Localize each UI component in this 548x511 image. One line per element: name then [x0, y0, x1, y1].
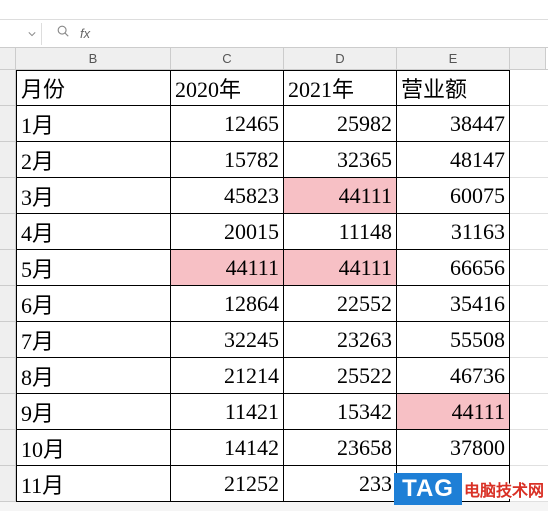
cell-revenue[interactable]: 38447	[397, 106, 510, 142]
spreadsheet-grid[interactable]: B C D E 月份 2020年 2021年 营业额 1月12465259823…	[0, 48, 548, 502]
cell-2021[interactable]: 23263	[284, 322, 397, 358]
cell-2020[interactable]: 14142	[171, 430, 284, 466]
formula-bar: fx	[0, 20, 548, 48]
row-header[interactable]	[0, 70, 16, 106]
cell-2021[interactable]: 23658	[284, 430, 397, 466]
table-row: 3月458234411160075	[0, 178, 548, 214]
name-box-dropdown[interactable]	[4, 23, 42, 45]
column-headers-row: B C D E	[0, 48, 548, 70]
cell-month[interactable]: 8月	[16, 358, 171, 394]
cell-revenue[interactable]: 31163	[397, 214, 510, 250]
table-row: 5月441114411166656	[0, 250, 548, 286]
row-header[interactable]	[0, 286, 16, 322]
cell-2020[interactable]: 32245	[171, 322, 284, 358]
cell-2020[interactable]: 12465	[171, 106, 284, 142]
cell-2021[interactable]: 32365	[284, 142, 397, 178]
cell-2021[interactable]: 25522	[284, 358, 397, 394]
table-row: 4月200151114831163	[0, 214, 548, 250]
table-row: 9月114211534244111	[0, 394, 548, 430]
cell-2020[interactable]: 15782	[171, 142, 284, 178]
cell-2020[interactable]: 21214	[171, 358, 284, 394]
row-header[interactable]	[0, 214, 16, 250]
row-header[interactable]	[0, 322, 16, 358]
cell-2021[interactable]: 44111	[284, 178, 397, 214]
cell-revenue[interactable]: 60075	[397, 178, 510, 214]
col-header-e[interactable]: E	[397, 48, 510, 69]
grid-body: 月份 2020年 2021年 营业额 1月1246525982384472月15…	[0, 70, 548, 502]
table-header-row: 月份 2020年 2021年 营业额	[0, 70, 548, 106]
cell-revenue[interactable]: 55508	[397, 322, 510, 358]
cell-month[interactable]: 1月	[16, 106, 171, 142]
table-row: 7月322452326355508	[0, 322, 548, 358]
cell-month[interactable]: 3月	[16, 178, 171, 214]
col-header-c[interactable]: C	[171, 48, 284, 69]
row-header[interactable]	[0, 358, 16, 394]
cell-month[interactable]: 6月	[16, 286, 171, 322]
col-header-b[interactable]: B	[16, 48, 171, 69]
cell-month[interactable]: 9月	[16, 394, 171, 430]
toolbar-top	[0, 0, 548, 20]
empty-cell[interactable]	[510, 286, 548, 322]
row-header[interactable]	[0, 142, 16, 178]
row-header[interactable]	[0, 250, 16, 286]
cell-revenue[interactable]: 66656	[397, 250, 510, 286]
empty-cell[interactable]	[510, 322, 548, 358]
cell-2020[interactable]: 44111	[171, 250, 284, 286]
empty-cell[interactable]	[510, 142, 548, 178]
cell-2021[interactable]: 15342	[284, 394, 397, 430]
cell-revenue[interactable]: 48147	[397, 142, 510, 178]
cell-2020[interactable]: 45823	[171, 178, 284, 214]
empty-cell[interactable]	[510, 178, 548, 214]
col-header-d[interactable]: D	[284, 48, 397, 69]
cell-2021[interactable]: 25982	[284, 106, 397, 142]
table-row: 6月128642255235416	[0, 286, 548, 322]
empty-cell[interactable]	[510, 106, 548, 142]
empty-cell[interactable]	[510, 394, 548, 430]
cell-month[interactable]: 2月	[16, 142, 171, 178]
row-header[interactable]	[0, 430, 16, 466]
empty-cell[interactable]	[510, 70, 548, 106]
cell-month[interactable]: 10月	[16, 430, 171, 466]
table-row: 10月141422365837800	[0, 430, 548, 466]
cell-2021[interactable]: 11148	[284, 214, 397, 250]
empty-cell[interactable]	[510, 214, 548, 250]
cell-2020[interactable]: 11421	[171, 394, 284, 430]
cell-2020[interactable]: 12864	[171, 286, 284, 322]
watermark-tag: TAG	[394, 473, 462, 505]
table-row: 8月212142552246736	[0, 358, 548, 394]
watermark-text: 电脑技术网	[464, 477, 544, 501]
cell-2020[interactable]: 20015	[171, 214, 284, 250]
cell-month[interactable]: 11月	[16, 466, 171, 502]
cell-2021-header[interactable]: 2021年	[284, 70, 397, 106]
chevron-down-icon	[28, 30, 36, 38]
cell-2020[interactable]: 21252	[171, 466, 284, 502]
cell-2021[interactable]: 233	[284, 466, 397, 502]
cell-month[interactable]: 5月	[16, 250, 171, 286]
table-row: 1月124652598238447	[0, 106, 548, 142]
table-row: 2月157823236548147	[0, 142, 548, 178]
cell-2020-header[interactable]: 2020年	[171, 70, 284, 106]
cell-2021[interactable]: 44111	[284, 250, 397, 286]
watermark: TAG 电脑技术网	[394, 473, 544, 505]
cell-month[interactable]: 4月	[16, 214, 171, 250]
empty-cell[interactable]	[510, 358, 548, 394]
fx-button[interactable]: fx	[80, 26, 90, 41]
cell-revenue-header[interactable]: 营业额	[397, 70, 510, 106]
search-icon[interactable]	[56, 24, 70, 43]
row-header[interactable]	[0, 178, 16, 214]
row-header[interactable]	[0, 106, 16, 142]
empty-cell[interactable]	[510, 430, 548, 466]
cell-revenue[interactable]: 46736	[397, 358, 510, 394]
row-header[interactable]	[0, 466, 16, 502]
select-all-corner[interactable]	[0, 48, 16, 69]
cell-revenue[interactable]: 35416	[397, 286, 510, 322]
cell-month[interactable]: 7月	[16, 322, 171, 358]
col-header-f[interactable]	[510, 48, 546, 69]
empty-cell[interactable]	[510, 250, 548, 286]
cell-revenue[interactable]: 37800	[397, 430, 510, 466]
cell-month-header[interactable]: 月份	[16, 70, 171, 106]
row-header[interactable]	[0, 394, 16, 430]
cell-2021[interactable]: 22552	[284, 286, 397, 322]
cell-revenue[interactable]: 44111	[397, 394, 510, 430]
